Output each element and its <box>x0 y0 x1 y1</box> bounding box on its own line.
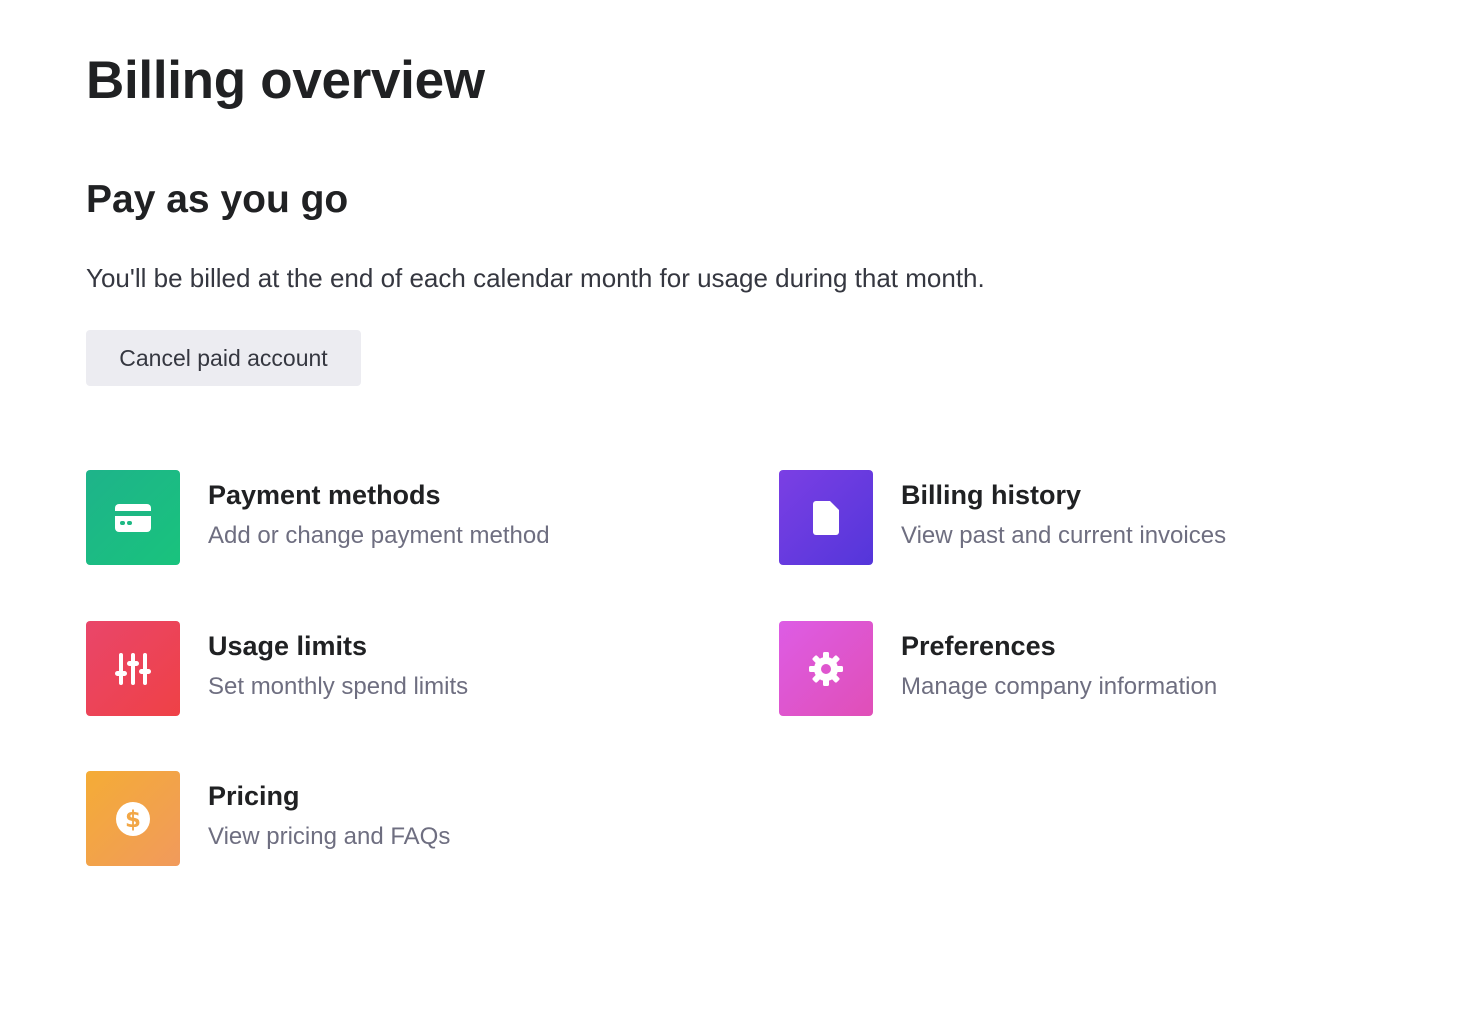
pricing-tile: $ <box>86 771 180 866</box>
billing-history-subtitle: View past and current invoices <box>901 522 1227 549</box>
billing-history-title: Billing history <box>901 480 1082 510</box>
card-pricing[interactable]: $ Pricing View pricing and FAQs <box>86 771 686 866</box>
payment-methods-title: Payment methods <box>208 480 441 510</box>
billing-history-tile <box>779 470 873 565</box>
card-billing-history[interactable]: Billing history View past and current in… <box>779 470 1379 565</box>
plan-title: Pay as you go <box>86 178 349 221</box>
cancel-paid-account-button[interactable]: Cancel paid account <box>86 330 361 386</box>
pricing-subtitle: View pricing and FAQs <box>208 823 451 850</box>
page-title: Billing overview <box>86 51 485 110</box>
usage-limits-subtitle: Set monthly spend limits <box>208 673 469 700</box>
dollar-icon: $ <box>116 801 150 836</box>
preferences-title: Preferences <box>901 631 1056 661</box>
sliders-icon <box>115 652 151 685</box>
preferences-tile <box>779 621 873 716</box>
usage-limits-title: Usage limits <box>208 631 368 661</box>
card-payment-methods[interactable]: Payment methods Add or change payment me… <box>86 470 686 565</box>
preferences-subtitle: Manage company information <box>901 673 1218 700</box>
gear-icon <box>809 651 843 686</box>
billing-overview-page: Billing overview Pay as you go You'll be… <box>0 0 1484 1010</box>
pricing-title: Pricing <box>208 781 300 811</box>
plan-description: You'll be billed at the end of each cale… <box>86 263 985 293</box>
payment-methods-tile <box>86 470 180 565</box>
document-icon <box>813 500 839 535</box>
card-usage-limits[interactable]: Usage limits Set monthly spend limits <box>86 621 686 716</box>
card-preferences[interactable]: Preferences Manage company information <box>779 621 1379 716</box>
usage-limits-tile <box>86 621 180 716</box>
svg-text:$: $ <box>125 807 141 833</box>
credit-card-icon <box>115 503 151 532</box>
payment-methods-subtitle: Add or change payment method <box>208 522 550 549</box>
